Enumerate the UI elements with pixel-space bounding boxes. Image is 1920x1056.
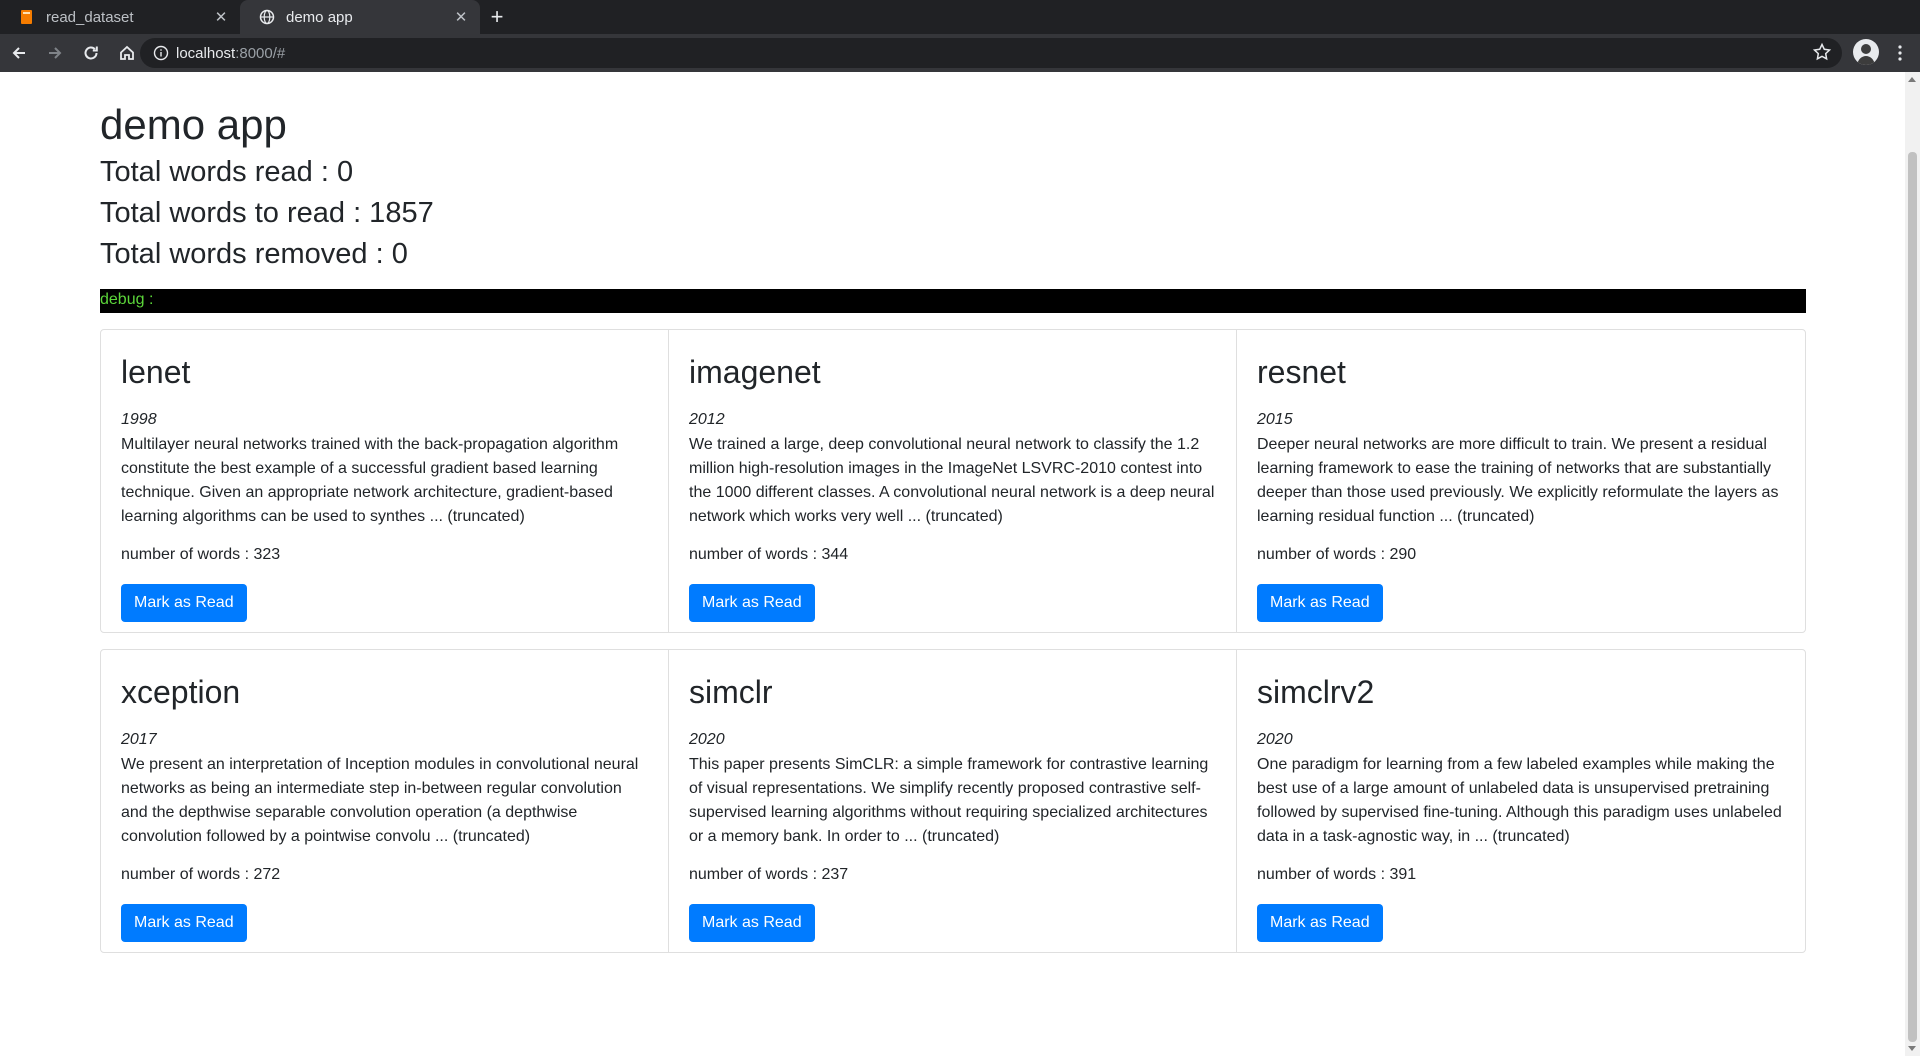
home-icon[interactable] [110,36,144,70]
paper-year: 2012 [689,411,725,428]
word-count: number of words : 237 [689,866,849,883]
paper-title: imagenet [689,354,821,390]
tab-read-dataset[interactable]: read_dataset ✕ [0,0,240,34]
word-count: number of words : 323 [121,546,281,563]
word-count: number of words : 272 [121,866,281,883]
word-count: number of words : 290 [1257,546,1417,563]
total-words-removed: Total words removed : 0 [100,238,408,270]
paper-year: 2020 [1257,731,1293,748]
reload-icon[interactable] [74,36,108,70]
paper-abstract: We trained a large, deep convolutional n… [689,436,1215,525]
paper-card-lenet: lenet 1998 Multilayer neural networks tr… [101,330,669,632]
paper-abstract: We present an interpretation of Inceptio… [121,756,639,845]
globe-icon [258,8,276,26]
book-icon [18,8,36,26]
debug-console: debug : [100,289,1806,313]
mark-as-read-button[interactable]: Mark as Read [689,904,815,942]
page-content: demo app Total words read : 0 Total word… [100,72,1806,969]
bookmark-star-icon[interactable] [1812,42,1832,67]
tab-title: read_dataset [46,8,134,26]
word-count: number of words : 344 [689,546,849,563]
new-tab-icon[interactable]: + [480,0,514,34]
paper-card-xception: xception 2017 We present an interpretati… [101,650,669,952]
paper-title: xception [121,674,241,710]
scroll-up-arrow-icon[interactable] [1908,77,1916,82]
paper-year: 2020 [689,731,725,748]
paper-title: simclr [689,674,773,710]
paper-title: lenet [121,354,191,390]
paper-year: 1998 [121,411,157,428]
paper-title: resnet [1257,354,1346,390]
close-tab-icon[interactable]: ✕ [212,8,230,26]
url-path: :8000/# [235,44,286,62]
browser-menu-icon[interactable] [1890,39,1910,67]
paper-year: 2017 [121,731,157,748]
paper-row: lenet 1998 Multilayer neural networks tr… [100,329,1806,633]
tab-demo-app[interactable]: demo app ✕ [240,0,480,34]
paper-abstract: Deeper neural networks are more difficul… [1257,436,1779,525]
total-words-to-read: Total words to read : 1857 [100,197,434,229]
browser-tab-strip: read_dataset ✕ demo app ✕ + [0,0,1920,34]
page-title: demo app [100,101,287,148]
mark-as-read-button[interactable]: Mark as Read [121,904,247,942]
paper-card-imagenet: imagenet 2012 We trained a large, deep c… [669,330,1237,632]
total-words-read: Total words read : 0 [100,156,354,188]
word-count: number of words : 391 [1257,866,1417,883]
paper-year: 2015 [1257,411,1293,428]
scrollbar-thumb[interactable] [1908,152,1917,1042]
mark-as-read-button[interactable]: Mark as Read [689,584,815,622]
mark-as-read-button[interactable]: Mark as Read [121,584,247,622]
paper-abstract: Multilayer neural networks trained with … [121,436,619,525]
paper-card-simclrv2: simclrv2 2020 One paradigm for learning … [1237,650,1805,952]
address-bar[interactable]: localhost:8000/# [140,38,1842,68]
mark-as-read-button[interactable]: Mark as Read [1257,904,1383,942]
paper-title: simclrv2 [1257,674,1375,710]
paper-grid: lenet 1998 Multilayer neural networks tr… [100,329,1806,953]
browser-toolbar: localhost:8000/# [0,34,1920,72]
scroll-down-arrow-icon[interactable] [1908,1046,1916,1051]
paper-abstract: One paradigm for learning from a few lab… [1257,756,1782,845]
back-icon[interactable] [2,36,36,70]
paper-card-resnet: resnet 2015 Deeper neural networks are m… [1237,330,1805,632]
profile-avatar[interactable] [1853,39,1879,65]
mark-as-read-button[interactable]: Mark as Read [1257,584,1383,622]
close-tab-icon[interactable]: ✕ [452,8,470,26]
tab-title: demo app [286,8,353,26]
paper-abstract: This paper presents SimCLR: a simple fra… [689,756,1209,845]
site-info-icon[interactable] [146,45,176,61]
page-scrollbar[interactable] [1905,72,1920,1056]
paper-row: xception 2017 We present an interpretati… [100,649,1806,953]
url-host: localhost [176,44,236,62]
paper-card-simclr: simclr 2020 This paper presents SimCLR: … [669,650,1237,952]
forward-icon[interactable] [38,36,72,70]
